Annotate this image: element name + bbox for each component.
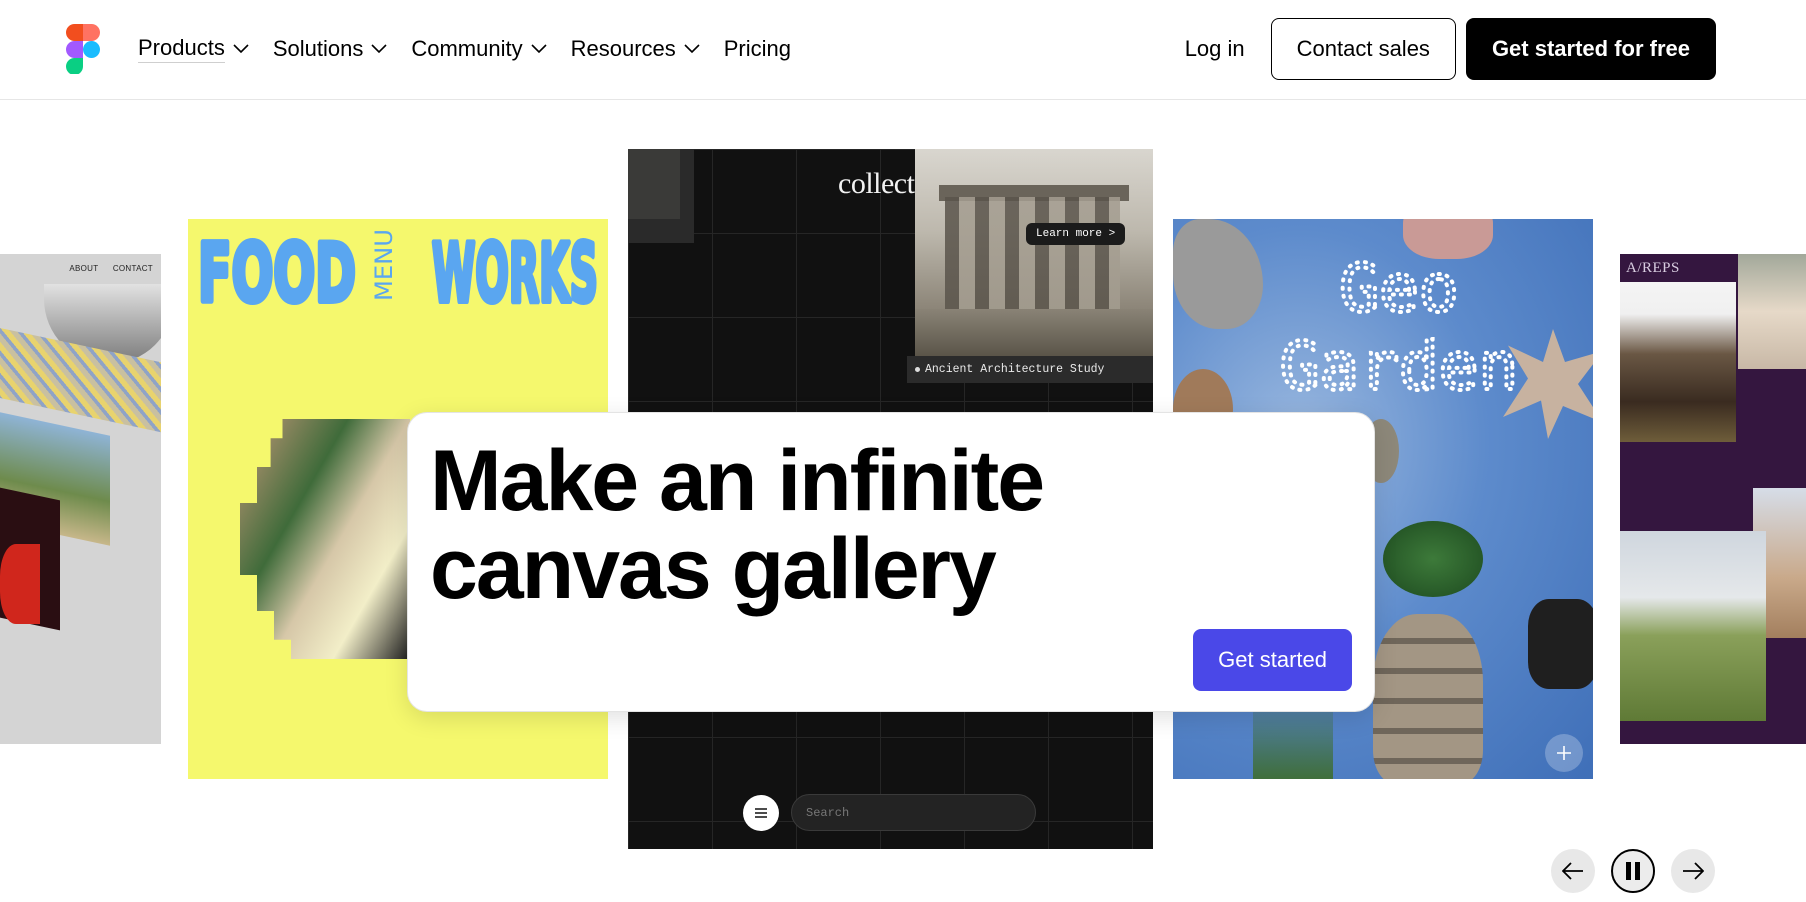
field-photo xyxy=(1620,531,1766,721)
geo-garden-wordmark: Geo Garden xyxy=(1278,249,1520,399)
pause-icon xyxy=(1626,862,1640,880)
caption-dot-icon xyxy=(915,367,920,372)
left-card-nav: ABOUT CONTACT xyxy=(57,264,153,273)
top-nav: Products Solutions Community Resources P… xyxy=(0,0,1806,100)
nav-item-label: Pricing xyxy=(723,36,791,61)
chevron-down-icon xyxy=(233,44,249,54)
portrait-photo xyxy=(1738,254,1806,369)
left-card-nav-about: ABOUT xyxy=(69,264,99,273)
food-title-right: WORKS xyxy=(432,227,598,313)
nav-item-community[interactable]: Community xyxy=(411,36,547,62)
nav-item-label: Products xyxy=(138,35,225,63)
nav-item-label: Resources xyxy=(570,36,676,61)
horse-photo xyxy=(1620,282,1736,442)
red-shape-image xyxy=(0,544,40,624)
nav-item-products[interactable]: Products xyxy=(138,35,249,63)
architecture-photo xyxy=(915,149,1153,356)
geo-title-line1: Geo xyxy=(1339,250,1458,327)
chevron-down-icon xyxy=(531,44,547,54)
plus-button[interactable] xyxy=(1545,734,1583,772)
gallery-card-left[interactable]: ABOUT CONTACT xyxy=(0,254,161,744)
nav-item-label: Solutions xyxy=(272,36,364,61)
contact-sales-button[interactable]: Contact sales xyxy=(1270,18,1456,80)
chevron-down-icon xyxy=(684,44,700,54)
pause-button[interactable] xyxy=(1611,849,1655,893)
nav-links: Products Solutions Community Resources P… xyxy=(138,0,815,98)
geo-title-line2: Garden xyxy=(1280,328,1518,399)
temple-pillars xyxy=(945,197,1120,315)
gallery-card-reps[interactable]: A/REPS xyxy=(1620,254,1806,744)
moss-image xyxy=(1383,521,1483,597)
get-started-button[interactable]: Get started xyxy=(1193,629,1352,691)
hero-title: Make an infinite canvas gallery xyxy=(430,433,1045,617)
left-card-nav-contact: CONTACT xyxy=(112,264,153,273)
figma-logo-icon[interactable] xyxy=(66,24,100,74)
get-started-free-button[interactable]: Get started for free xyxy=(1465,18,1716,80)
previous-button[interactable] xyxy=(1551,849,1595,893)
menu-button[interactable] xyxy=(743,795,779,831)
login-link[interactable]: Log in xyxy=(1185,36,1245,62)
menu-lines-icon xyxy=(755,808,767,818)
hero-card: Make an infinite canvas gallery Get star… xyxy=(407,412,1375,712)
nav-item-label: Community xyxy=(411,36,523,61)
nav-item-pricing[interactable]: Pricing xyxy=(724,36,791,62)
food-title-menu: MENU xyxy=(370,229,398,301)
nav-item-resources[interactable]: Resources xyxy=(571,36,700,62)
food-title-left: FOOD xyxy=(198,227,356,313)
arrow-left-icon xyxy=(1562,862,1583,880)
reps-label: A/REPS xyxy=(1626,260,1680,276)
photo-caption: Ancient Architecture Study xyxy=(907,356,1153,383)
corner-image-inner xyxy=(628,149,680,219)
next-button[interactable] xyxy=(1671,849,1715,893)
stacked-stones-image xyxy=(1373,614,1483,779)
nav-actions: Log in Contact sales Get started for fre… xyxy=(1185,18,1716,80)
learn-more-button[interactable]: Learn more > xyxy=(1026,223,1126,245)
arrow-right-icon xyxy=(1683,862,1704,880)
pixelated-photo xyxy=(240,419,410,659)
plus-icon xyxy=(1557,746,1571,760)
dark-rock-image xyxy=(1528,599,1593,689)
carousel-controls xyxy=(1551,849,1731,893)
chevron-down-icon xyxy=(371,44,387,54)
temple-ground xyxy=(915,309,1153,356)
nav-item-solutions[interactable]: Solutions xyxy=(273,36,388,62)
collectiv-search-input[interactable] xyxy=(791,794,1036,831)
food-works-wordmark: FOOD WORKS MENU xyxy=(196,225,600,313)
caption-text: Ancient Architecture Study xyxy=(925,363,1105,376)
